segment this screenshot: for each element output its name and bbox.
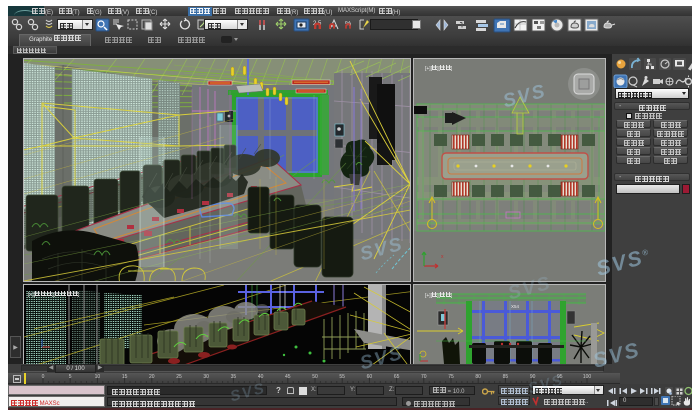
svg-text:20: 20 [149,374,155,380]
svg-text:10: 10 [95,374,101,380]
svg-text:30: 30 [203,374,209,380]
svg-text:100: 100 [583,374,592,380]
svg-text:35: 35 [231,374,237,380]
svg-text:65: 65 [394,374,400,380]
svg-text:60: 60 [367,374,373,380]
svg-text:80: 80 [475,374,481,380]
svg-text:0: 0 [42,374,45,380]
svg-text:70: 70 [421,374,427,380]
svg-text:50: 50 [312,374,318,380]
svg-text:55: 55 [339,374,345,380]
svg-text:25: 25 [176,374,182,380]
svg-text:85: 85 [503,374,509,380]
svg-text:5: 5 [69,374,72,380]
svg-text:15: 15 [122,374,128,380]
svg-text:75: 75 [448,374,454,380]
svg-text:45: 45 [285,374,291,380]
